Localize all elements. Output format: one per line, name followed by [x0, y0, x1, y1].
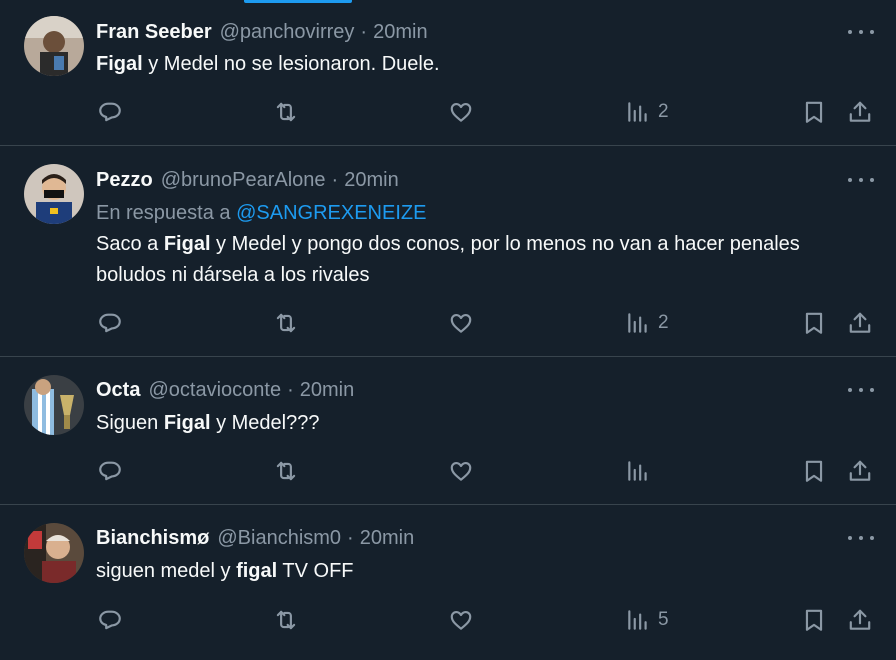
- tweet-text: Siguen Figal y Medel???: [96, 412, 320, 434]
- timestamp[interactable]: 20min: [344, 168, 398, 192]
- timestamp[interactable]: 20min: [360, 526, 414, 550]
- tweet-actions: [0, 456, 896, 486]
- bookmark-icon: [805, 312, 823, 334]
- reply-icon: [99, 102, 121, 122]
- retweet-icon: [276, 610, 296, 630]
- reply-button[interactable]: [97, 456, 123, 486]
- highlighted-term: figal: [236, 560, 278, 582]
- reply-icon: [99, 313, 121, 333]
- tweet-actions: 2: [0, 97, 896, 127]
- views-chart-icon: [628, 610, 647, 630]
- bookmark-button[interactable]: [801, 456, 827, 486]
- tweet-item[interactable]: Fran Seeber @panchovirrey · 20min Figal …: [0, 0, 896, 146]
- share-button[interactable]: [847, 97, 873, 127]
- author-name[interactable]: Bianchismø: [96, 526, 209, 550]
- tweet-text: siguen medel y figal TV OFF: [96, 560, 354, 582]
- reply-button[interactable]: [97, 97, 123, 127]
- author-name[interactable]: Fran Seeber: [96, 20, 212, 44]
- share-icon: [849, 101, 871, 122]
- share-button[interactable]: [847, 456, 873, 486]
- more-icon[interactable]: [848, 20, 874, 44]
- retweet-button[interactable]: [273, 308, 299, 338]
- bookmark-icon: [805, 609, 823, 631]
- tweet-header: Bianchismø @Bianchism0 · 20min: [96, 526, 414, 550]
- tweet-header: Pezzo @brunoPearAlone · 20min: [96, 168, 399, 192]
- tweet-item[interactable]: Octa @octavioconte · 20min Siguen Figal …: [0, 357, 896, 505]
- highlighted-term: Figal: [96, 53, 143, 75]
- reply-button[interactable]: [97, 605, 123, 635]
- views-button[interactable]: 2: [625, 97, 669, 127]
- tweet-item[interactable]: Pezzo @brunoPearAlone · 20min En respues…: [0, 146, 896, 357]
- retweet-button[interactable]: [273, 456, 299, 486]
- tweet-header: Octa @octavioconte · 20min: [96, 378, 354, 402]
- heart-icon: [450, 611, 472, 630]
- views-chart-icon: [628, 461, 647, 481]
- tweet-actions: 5: [0, 605, 896, 635]
- avatar[interactable]: [24, 164, 84, 224]
- reply-icon: [99, 461, 121, 481]
- avatar[interactable]: [24, 523, 84, 583]
- like-button[interactable]: [448, 605, 474, 635]
- separator: ·: [360, 21, 368, 43]
- author-handle[interactable]: @panchovirrey: [220, 20, 355, 44]
- more-icon[interactable]: [848, 526, 874, 550]
- heart-icon: [450, 462, 472, 481]
- heart-icon: [450, 314, 472, 333]
- retweet-icon: [276, 102, 296, 122]
- avatar[interactable]: [24, 375, 84, 435]
- tweet-text: Figal y Medel no se lesionaron. Duele.: [96, 53, 440, 75]
- views-button[interactable]: 2: [625, 308, 669, 338]
- retweet-icon: [276, 313, 296, 333]
- views-count: 2: [658, 101, 669, 122]
- reply-context: En respuesta a @SANGREXENEIZE: [96, 202, 427, 224]
- bookmark-icon: [805, 460, 823, 482]
- heart-icon: [450, 103, 472, 122]
- share-button[interactable]: [847, 308, 873, 338]
- reply-to-link[interactable]: @SANGREXENEIZE: [236, 202, 426, 224]
- retweet-icon: [276, 461, 296, 481]
- separator: ·: [331, 169, 339, 191]
- timestamp[interactable]: 20min: [373, 20, 427, 44]
- author-handle[interactable]: @octavioconte: [148, 378, 281, 402]
- timestamp[interactable]: 20min: [300, 378, 354, 402]
- more-icon[interactable]: [848, 168, 874, 192]
- like-button[interactable]: [448, 308, 474, 338]
- more-icon[interactable]: [848, 378, 874, 402]
- bookmark-button[interactable]: [801, 605, 827, 635]
- avatar[interactable]: [24, 16, 84, 76]
- reply-button[interactable]: [97, 308, 123, 338]
- views-button[interactable]: 5: [625, 605, 669, 635]
- retweet-button[interactable]: [273, 97, 299, 127]
- bookmark-button[interactable]: [801, 97, 827, 127]
- share-icon: [849, 312, 871, 333]
- author-handle[interactable]: @brunoPearAlone: [161, 168, 326, 192]
- bookmark-button[interactable]: [801, 308, 827, 338]
- retweet-button[interactable]: [273, 605, 299, 635]
- highlighted-term: Figal: [163, 412, 211, 434]
- bookmark-icon: [805, 101, 823, 123]
- tweet-header: Fran Seeber @panchovirrey · 20min: [96, 20, 428, 44]
- author-name[interactable]: Pezzo: [96, 168, 153, 192]
- reply-icon: [99, 610, 121, 630]
- share-button[interactable]: [847, 605, 873, 635]
- like-button[interactable]: [448, 456, 474, 486]
- like-button[interactable]: [448, 97, 474, 127]
- views-count: 2: [658, 312, 669, 333]
- author-handle[interactable]: @Bianchism0: [217, 526, 341, 550]
- author-name[interactable]: Octa: [96, 378, 140, 402]
- share-icon: [849, 460, 871, 481]
- views-count: 5: [658, 609, 669, 630]
- tweet-actions: 2: [0, 308, 896, 338]
- tweet-text: Saco a Figal y Medel y pongo dos conos, …: [96, 233, 800, 286]
- separator: ·: [347, 527, 354, 549]
- views-button[interactable]: [625, 456, 658, 486]
- separator: ·: [287, 379, 294, 401]
- views-chart-icon: [628, 313, 647, 333]
- views-chart-icon: [628, 102, 647, 122]
- tweet-item[interactable]: Bianchismø @Bianchism0 · 20min siguen me…: [0, 505, 896, 660]
- highlighted-term: Figal: [163, 233, 211, 255]
- share-icon: [849, 609, 871, 630]
